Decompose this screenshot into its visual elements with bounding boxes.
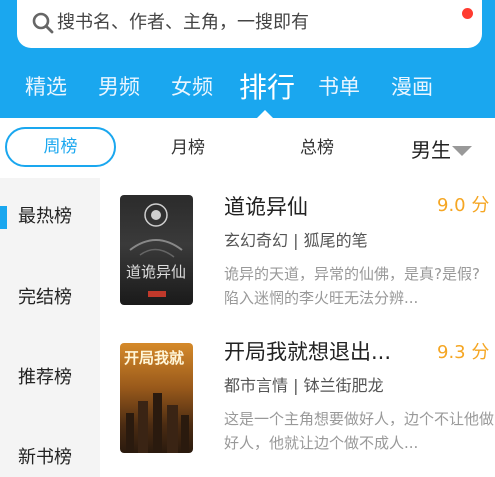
dropdown-arrow-icon[interactable]: [452, 146, 472, 156]
tab-featured[interactable]: 精选: [25, 72, 67, 102]
tab-comics[interactable]: 漫画: [391, 72, 433, 102]
notification-dot: [462, 8, 473, 19]
book-list: 道诡异仙 道诡异仙 9.0 分 玄幻奇幻 | 狐尾的笔 诡异的天道，异常的仙佛，…: [100, 178, 495, 477]
sub-tab-overall[interactable]: 总榜: [300, 136, 334, 160]
period-filter-bar: 周榜 月榜 总榜 男生: [0, 118, 495, 178]
book-score: 9.0 分: [437, 195, 490, 216]
sidebar-active-indicator: [0, 206, 7, 229]
tab-ranking[interactable]: 排行: [239, 70, 295, 106]
sub-tab-weekly[interactable]: 周榜: [5, 127, 116, 167]
book-title[interactable]: 道诡异仙: [224, 193, 308, 221]
book-cover-title: 开局我就: [124, 349, 185, 367]
sidebar-item-hottest[interactable]: 最热榜: [18, 204, 72, 230]
book-cover-title: 道诡异仙: [126, 263, 187, 281]
gender-filter[interactable]: 男生: [411, 136, 451, 164]
sub-tab-monthly[interactable]: 月榜: [171, 136, 205, 160]
search-placeholder: 搜书名、作者、主角，一搜即有: [57, 12, 309, 33]
tab-booklist[interactable]: 书单: [318, 72, 360, 102]
search-icon: [32, 12, 54, 34]
top-header: 搜书名、作者、主角，一搜即有 精选 男频 女频 排行 书单 漫画: [0, 0, 495, 119]
book-description: 诡异的天道，异常的仙佛，是真?是假?陷入迷惘的李火旺无法分辨...: [224, 265, 480, 307]
book-score: 9.3 分: [437, 342, 490, 363]
book-description: 这是一个主角想要做好人，边个不让他做好人，他就让边个做不成人...: [224, 410, 495, 452]
search-bar[interactable]: 搜书名、作者、主角，一搜即有: [17, 0, 482, 48]
book-meta: 都市言情 | 钵兰街肥龙: [224, 376, 384, 395]
book-cover-art: [129, 203, 183, 297]
sidebar-item-recommended[interactable]: 推荐榜: [18, 365, 72, 391]
book-meta: 玄幻奇幻 | 狐尾的笔: [224, 231, 368, 250]
tab-male[interactable]: 男频: [98, 72, 140, 102]
ranking-sidebar: 最热榜 完结榜 推荐榜 新书榜: [0, 178, 100, 477]
tab-female[interactable]: 女频: [171, 72, 213, 102]
book-cover[interactable]: 开局我就: [120, 343, 193, 453]
sidebar-item-completed[interactable]: 完结榜: [18, 285, 72, 311]
book-cover[interactable]: 道诡异仙: [120, 195, 193, 305]
book-title[interactable]: 开局我就想退出...: [224, 338, 391, 366]
sidebar-item-new[interactable]: 新书榜: [18, 445, 72, 471]
